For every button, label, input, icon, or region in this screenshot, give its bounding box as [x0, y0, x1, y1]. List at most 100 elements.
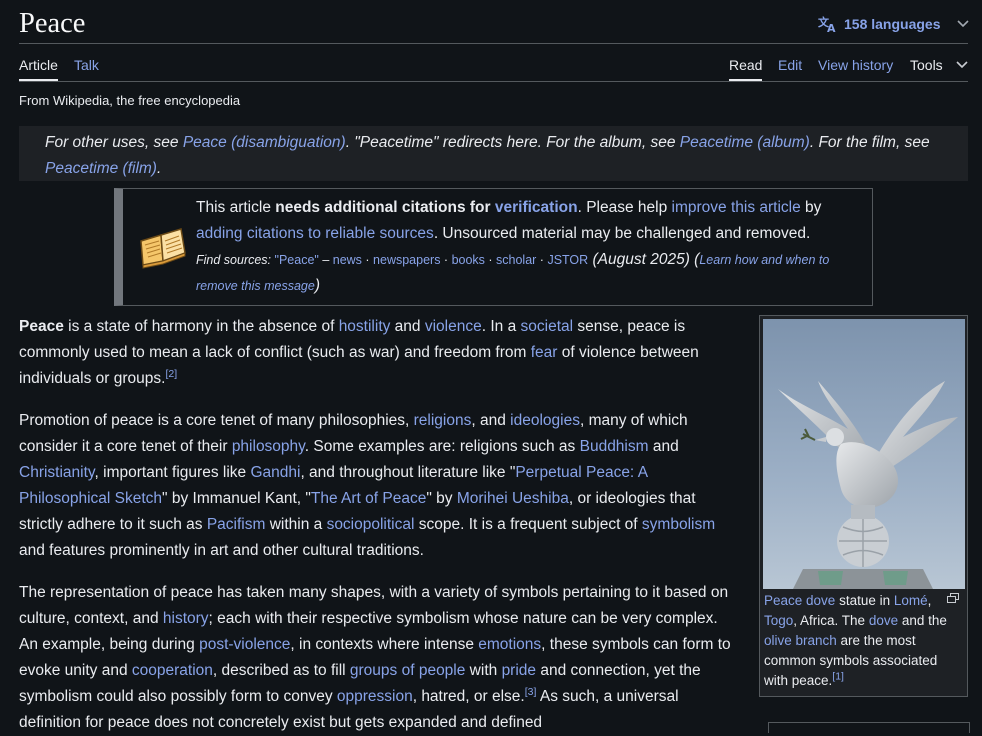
link-olive-branch[interactable]: olive branch: [764, 633, 837, 648]
para-text: " by Immanuel Kant, ": [162, 490, 311, 507]
find-link-newspapers[interactable]: newspapers: [373, 253, 440, 267]
link-gandhi[interactable]: Gandhi: [250, 464, 300, 481]
link-art-of-peace[interactable]: The Art of Peace: [311, 490, 426, 507]
link-emotions[interactable]: emotions: [478, 636, 541, 653]
para-text: scope. It is a frequent subject of: [414, 516, 642, 533]
notice-paren: ): [314, 277, 320, 294]
link-peacetime-film[interactable]: Peacetime (film): [45, 160, 157, 177]
link-verification[interactable]: verification: [495, 199, 578, 216]
notice-date: (August 2025) (: [588, 251, 700, 268]
notice-text-part: by: [800, 199, 822, 216]
link-peace-disambiguation[interactable]: Peace (disambiguation): [183, 134, 346, 151]
link-improve-article[interactable]: improve this article: [672, 199, 801, 216]
find-link-books[interactable]: books: [452, 253, 485, 267]
page-tabs: Article Talk Read Edit View history Tool…: [19, 53, 968, 81]
tools-menu[interactable]: Tools: [910, 56, 943, 74]
citation-needed-notice: This article needs additional citations …: [114, 188, 873, 306]
article-subject-bold: Peace: [19, 318, 64, 335]
find-sep: –: [318, 253, 333, 267]
link-philosophy[interactable]: philosophy: [232, 438, 305, 455]
language-button[interactable]: 文 A 158 languages: [818, 13, 969, 35]
reference-1[interactable]: [1]: [832, 671, 844, 683]
tab-article[interactable]: Article: [19, 56, 58, 81]
hatnote: For other uses, see Peace (disambiguatio…: [19, 126, 968, 181]
link-religions[interactable]: religions: [414, 412, 472, 429]
tools-chevron-icon[interactable]: [956, 61, 968, 69]
para-text: , described as to fill: [212, 662, 350, 679]
link-buddhism[interactable]: Buddhism: [580, 438, 649, 455]
link-violence[interactable]: violence: [425, 318, 482, 335]
notice-text-part: . Please help: [577, 199, 672, 216]
hatnote-text: . "Peacetime" redirects here. For the al…: [345, 134, 680, 151]
svg-text:A: A: [827, 22, 836, 33]
para-text: , hatred, or else.: [412, 688, 525, 705]
para-text: , important figures like: [94, 464, 251, 481]
link-morihei-ueshiba[interactable]: Morihei Ueshiba: [457, 490, 569, 507]
infobox-figure: Peace dove statue in Lomé, Togo, Africa.…: [759, 315, 968, 697]
para-text: . Some examples are: religions such as: [304, 438, 580, 455]
reference-2[interactable]: [2]: [165, 368, 177, 380]
link-peacetime-album[interactable]: Peacetime (album): [680, 134, 810, 151]
find-link-peace[interactable]: "Peace": [275, 253, 319, 267]
link-christianity[interactable]: Christianity: [19, 464, 95, 481]
link-pacifism[interactable]: Pacifism: [207, 516, 266, 533]
link-peace-dove[interactable]: Peace dove: [764, 593, 835, 608]
infobox-caption: Peace dove statue in Lomé, Togo, Africa.…: [764, 591, 960, 691]
find-sep: ·: [484, 253, 497, 267]
find-sep: ·: [536, 253, 548, 267]
link-pride[interactable]: pride: [502, 662, 536, 679]
tab-view-history[interactable]: View history: [818, 56, 893, 74]
para-text: , and: [471, 412, 511, 429]
para-text: , and throughout literature like ": [300, 464, 516, 481]
caption-text: statue in: [835, 593, 894, 608]
para-text: Promotion of peace is a core tenet of ma…: [19, 412, 414, 429]
link-togo[interactable]: Togo: [764, 613, 793, 628]
para-text: " by: [426, 490, 457, 507]
site-tagline: From Wikipedia, the free encyclopedia: [19, 93, 241, 108]
find-sep: ·: [440, 253, 452, 267]
para-text: and: [390, 318, 425, 335]
paragraph-promotion: Promotion of peace is a core tenet of ma…: [19, 408, 731, 564]
para-text: , in contexts where intense: [290, 636, 479, 653]
link-groups-of-people[interactable]: groups of people: [350, 662, 465, 679]
link-ideologies[interactable]: ideologies: [510, 412, 580, 429]
caption-text: ,: [927, 593, 932, 608]
tabs-divider: [19, 81, 968, 82]
find-sep: ·: [361, 253, 374, 267]
link-oppression[interactable]: oppression: [337, 688, 413, 705]
link-adding-citations[interactable]: adding citations to reliable sources: [196, 225, 434, 242]
para-text: and features prominently in art and othe…: [19, 542, 424, 559]
caption-text: , Africa. The: [793, 613, 869, 628]
link-lome[interactable]: Lomé: [894, 593, 928, 608]
tab-edit[interactable]: Edit: [778, 56, 802, 74]
para-text: is a state of harmony in the absence of: [63, 318, 339, 335]
paragraph-representation: The representation of peace has taken ma…: [19, 580, 731, 736]
reference-3[interactable]: [3]: [525, 686, 537, 698]
link-dove[interactable]: dove: [869, 613, 898, 628]
link-symbolism[interactable]: symbolism: [642, 516, 715, 533]
tab-read[interactable]: Read: [729, 56, 763, 81]
link-societal[interactable]: societal: [521, 318, 574, 335]
notice-bold: needs additional citations for: [275, 199, 495, 216]
caption-text: and the: [898, 613, 947, 628]
link-cooperation[interactable]: cooperation: [132, 662, 213, 679]
link-sociopolitical[interactable]: sociopolitical: [327, 516, 415, 533]
hatnote-text: .: [156, 160, 162, 177]
para-text: . In a: [481, 318, 521, 335]
notice-text-part: . Unsourced material may be challenged a…: [433, 225, 811, 242]
find-link-news[interactable]: news: [333, 253, 362, 267]
book-icon: [140, 228, 186, 269]
link-hostility[interactable]: hostility: [339, 318, 391, 335]
para-text: with: [465, 662, 502, 679]
paragraph-intro: Peace is a state of harmony in the absen…: [19, 314, 731, 392]
title-divider: [19, 43, 968, 44]
para-text: within a: [265, 516, 327, 533]
find-link-scholar[interactable]: scholar: [496, 253, 536, 267]
link-history[interactable]: history: [163, 610, 209, 627]
tab-talk[interactable]: Talk: [74, 56, 99, 74]
notice-text: This article needs additional citations …: [196, 195, 856, 299]
find-link-jstor[interactable]: JSTOR: [547, 253, 588, 267]
peace-dove-statue-image[interactable]: [763, 319, 965, 589]
link-fear[interactable]: fear: [531, 344, 558, 361]
link-post-violence[interactable]: post-violence: [199, 636, 290, 653]
